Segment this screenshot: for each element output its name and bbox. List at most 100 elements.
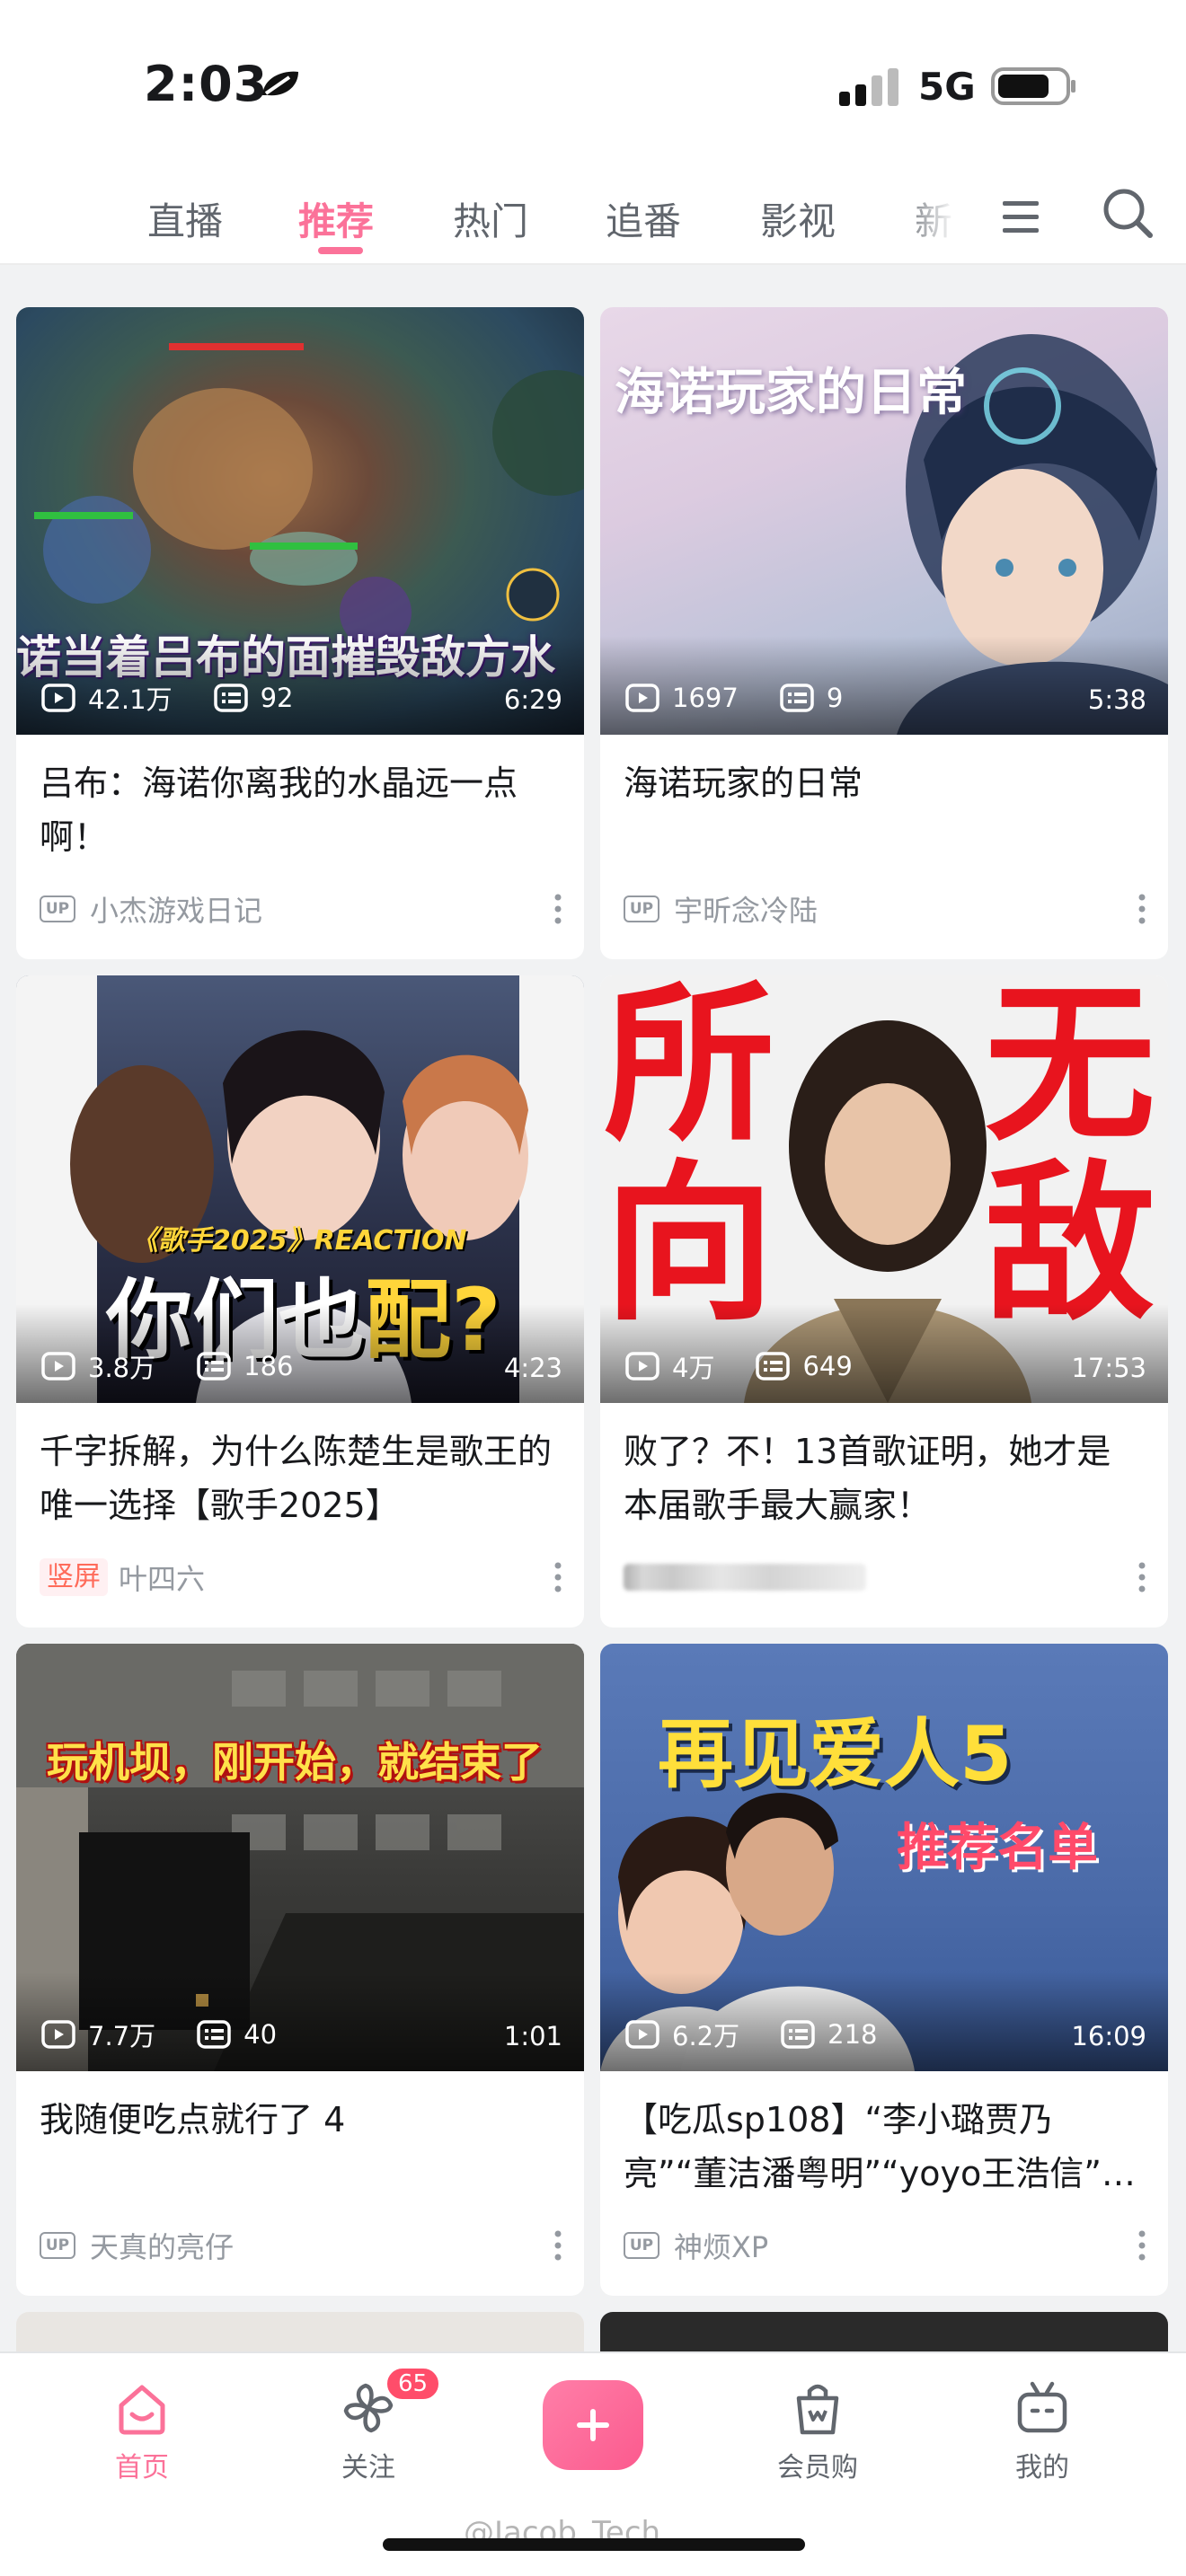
video-title[interactable]: 吕布：海诺你离我的水晶远一点啊！ — [40, 756, 561, 864]
battery-icon — [991, 67, 1075, 105]
home-indicator[interactable] — [383, 2538, 805, 2551]
more-options-icon[interactable] — [553, 1561, 562, 1593]
follow-count-badge: 65 — [385, 2366, 442, 2402]
comment-count-icon — [781, 2020, 815, 2049]
author-row[interactable]: UP 小杰游戏日记 — [40, 888, 262, 930]
search-icon[interactable] — [1100, 185, 1155, 241]
status-time: 2:03 — [144, 56, 269, 112]
thumbnail-caption-left: 所 向 — [604, 975, 775, 1344]
video-thumbnail[interactable]: 所 向 无 敌 4万 649 17:53 — [600, 975, 1168, 1403]
comment-count-icon — [197, 1352, 231, 1381]
view-count: 1697 — [672, 683, 739, 713]
leaf-icon — [262, 71, 298, 96]
more-options-icon[interactable] — [553, 893, 562, 925]
more-options-icon[interactable] — [1137, 1561, 1146, 1593]
author-name[interactable]: 宇昕念冷陆 — [674, 888, 818, 930]
video-title[interactable]: 我随便吃点就行了 4 — [40, 2093, 561, 2147]
video-thumbnail[interactable]: 再见爱人5 推荐名单 6.2万 218 16:09 — [600, 1644, 1168, 2071]
thumbnail-subcaption: 推荐名单 — [897, 1819, 1098, 1877]
create-button[interactable] — [543, 2380, 643, 2470]
up-badge: UP — [40, 2232, 75, 2259]
video-thumbnail[interactable]: 诺当着吕布的面摧毁敌方水 42.1万 92 6:29 — [16, 307, 584, 735]
author-name[interactable]: 小杰游戏日记 — [90, 888, 262, 930]
play-count-icon — [41, 2020, 75, 2049]
video-stats: 4万 649 — [625, 1347, 894, 1385]
video-duration: 5:38 — [1087, 684, 1146, 715]
video-duration: 16:09 — [1071, 2021, 1146, 2051]
home-icon — [119, 2385, 165, 2435]
video-stats: 6.2万 218 — [625, 2016, 918, 2053]
more-options-icon[interactable] — [553, 2229, 562, 2262]
author-row[interactable] — [624, 1559, 866, 1595]
video-duration: 6:29 — [503, 684, 562, 715]
signal-icon — [839, 68, 898, 106]
up-badge: UP — [40, 895, 75, 922]
blurred-author-name — [624, 1564, 866, 1591]
video-title[interactable]: 海诺玩家的日常 — [624, 756, 1145, 810]
author-row[interactable]: 竖屏 叶四六 — [40, 1557, 205, 1598]
up-badge: UP — [624, 2232, 659, 2259]
author-name[interactable]: 叶四六 — [119, 1557, 205, 1598]
video-thumbnail[interactable]: 玩机坝，刚开始，就结束了 7.7万 40 1:01 — [16, 1644, 584, 2071]
play-count-icon — [41, 684, 75, 712]
view-count: 6.2万 — [672, 2021, 740, 2051]
video-stats: 42.1万 92 — [41, 679, 334, 717]
video-duration: 4:23 — [503, 1353, 562, 1383]
comment-count-icon — [756, 1352, 790, 1381]
active-tab-indicator — [318, 247, 363, 254]
tv-icon — [1017, 2381, 1067, 2433]
comment-count: 218 — [828, 2019, 878, 2050]
video-thumbnail[interactable]: 海诺玩家的日常 1697 9 5:38 — [600, 307, 1168, 735]
comment-count: 9 — [826, 683, 844, 713]
video-thumbnail[interactable]: 《歌手2025》REACTION 你们也配? 3.8万 186 4:23 — [16, 975, 584, 1403]
video-title[interactable]: 千字拆解，为什么陈楚生是歌王的唯一选择【歌手2025】 — [40, 1425, 561, 1532]
author-row[interactable]: UP 神烦XP — [624, 2225, 768, 2266]
nav-me[interactable]: 我的 — [979, 2378, 1105, 2484]
more-options-icon[interactable] — [1137, 893, 1146, 925]
video-title[interactable]: 【吃瓜sp108】“李小璐贾乃亮”“董洁潘粤明”“yoyo王浩信”… — [624, 2093, 1145, 2201]
tab-movies[interactable]: 影视 — [760, 191, 836, 246]
thumbnail-caption: 再见爱人5 — [658, 1710, 1013, 1798]
thumbnail-caption-right: 无 敌 — [985, 975, 1156, 1344]
author-name[interactable]: 天真的亮仔 — [90, 2225, 234, 2266]
video-card[interactable]: 再见爱人5 推荐名单 6.2万 218 16:09 【吃瓜sp108】“李小璐贾… — [600, 1644, 1168, 2296]
play-count-icon — [625, 1352, 659, 1381]
video-stats: 7.7万 40 — [41, 2016, 318, 2053]
author-row[interactable]: UP 天真的亮仔 — [40, 2225, 234, 2266]
tab-live[interactable]: 直播 — [147, 191, 223, 246]
more-options-icon[interactable] — [1137, 2229, 1146, 2262]
tab-recommend[interactable]: 推荐 — [298, 191, 374, 246]
tab-hot[interactable]: 热门 — [453, 191, 528, 246]
video-card[interactable]: 诺当着吕布的面摧毁敌方水 42.1万 92 6:29 吕布：海诺你离我的水晶远一… — [16, 307, 584, 959]
video-title[interactable]: 败了？不！13首歌证明，她才是本届歌手最大赢家！ — [624, 1425, 1145, 1532]
video-duration: 17:53 — [1071, 1353, 1146, 1383]
author-name[interactable]: 神烦XP — [674, 2225, 768, 2266]
play-count-icon — [625, 684, 659, 712]
play-count-icon — [41, 1352, 75, 1381]
up-badge: UP — [624, 895, 659, 922]
video-card[interactable]: 所 向 无 敌 4万 649 17:53 败了？不！13首歌证明，她才是本届歌手… — [600, 975, 1168, 1628]
view-count: 3.8万 — [88, 1353, 156, 1383]
thumbnail-caption: 玩机坝，刚开始，就结束了 — [47, 1738, 543, 1786]
thumbnail-caption: 海诺玩家的日常 — [615, 363, 967, 422]
video-stats: 1697 9 — [625, 679, 884, 717]
tab-anime[interactable]: 追番 — [606, 191, 681, 246]
video-card[interactable]: 海诺玩家的日常 1697 9 5:38 海诺玩家的日常 UP 宇昕念冷陆 — [600, 307, 1168, 959]
video-card[interactable]: 玩机坝，刚开始，就结束了 7.7万 40 1:01 我随便吃点就行了 4 UP … — [16, 1644, 584, 2296]
comment-count-icon — [197, 2020, 231, 2049]
status-bar: 2:03 5G — [0, 0, 1186, 157]
comment-count: 649 — [802, 1351, 853, 1381]
nav-home[interactable]: 首页 — [79, 2378, 205, 2484]
comment-count-icon — [780, 684, 814, 712]
view-count: 42.1万 — [88, 684, 173, 715]
view-count: 7.7万 — [88, 2021, 156, 2051]
video-card[interactable]: 《歌手2025》REACTION 你们也配? 3.8万 186 4:23 千字拆… — [16, 975, 584, 1628]
video-duration: 1:01 — [503, 2021, 562, 2051]
author-row[interactable]: UP 宇昕念冷陆 — [624, 888, 818, 930]
play-count-icon — [625, 2020, 659, 2049]
nav-vip-shop[interactable]: 会员购 — [755, 2378, 881, 2484]
vertical-video-badge: 竖屏 — [40, 1558, 108, 1596]
plus-icon — [577, 2409, 609, 2441]
view-count: 4万 — [672, 1353, 715, 1383]
hamburger-icon[interactable] — [999, 199, 1042, 235]
